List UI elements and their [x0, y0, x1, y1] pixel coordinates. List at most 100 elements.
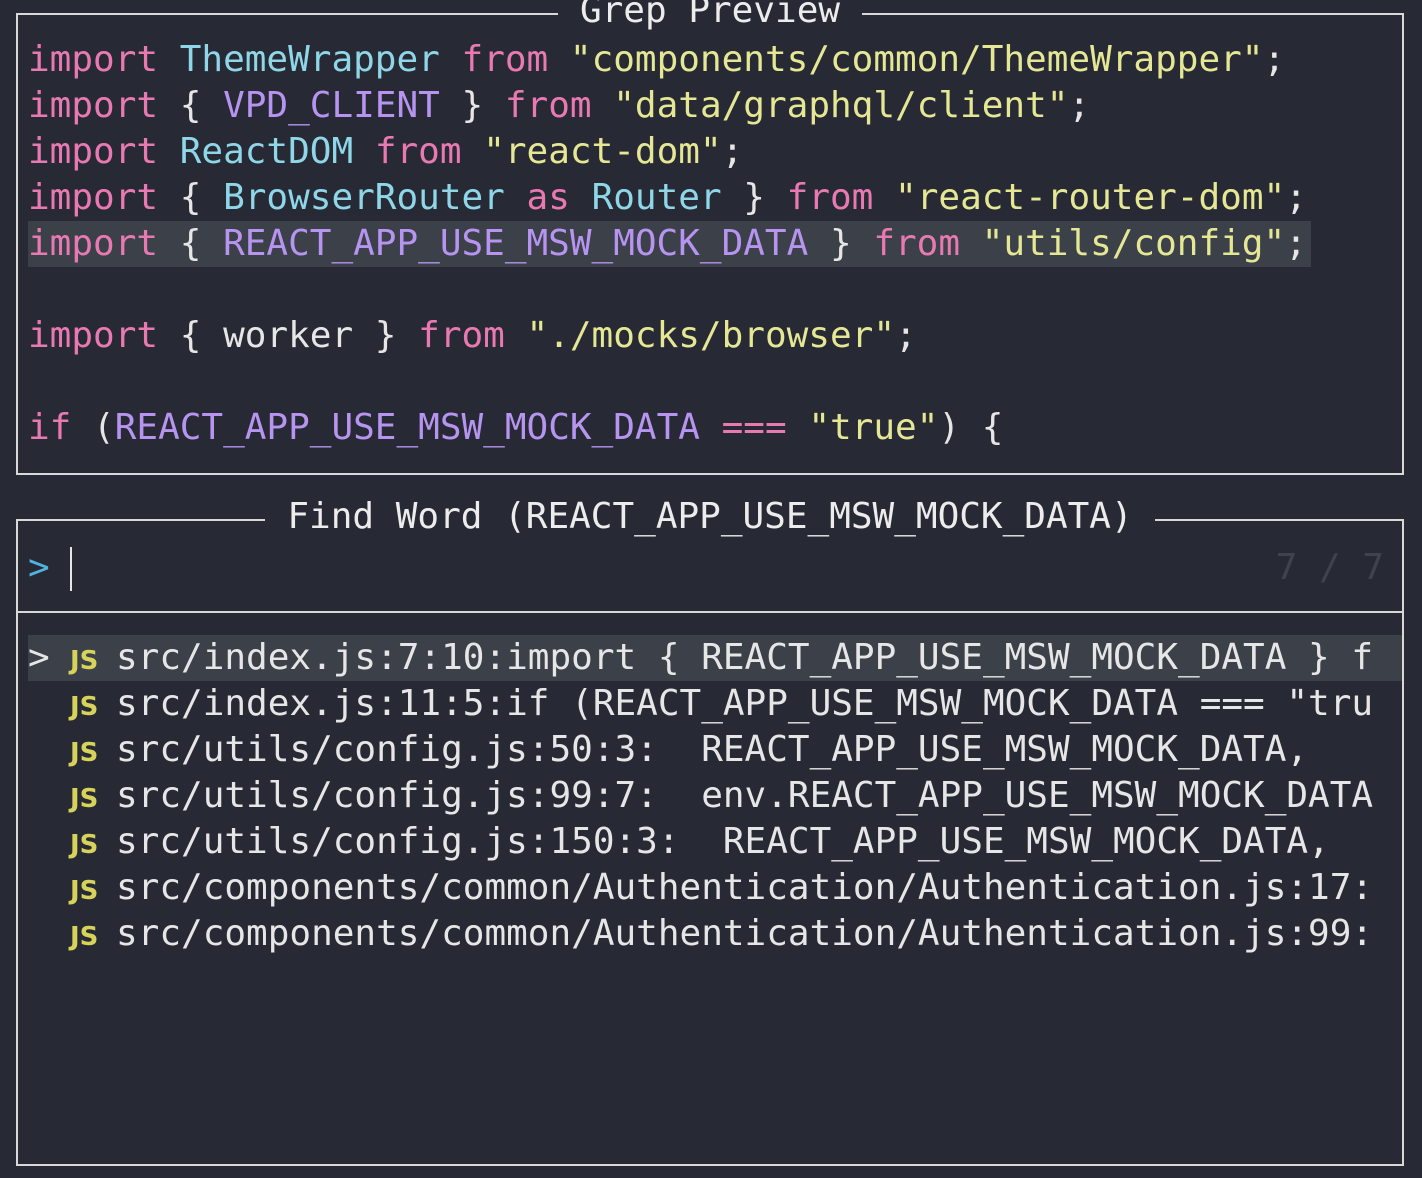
find-word-title: Find Word (REACT_APP_USE_MSW_MOCK_DATA)	[18, 495, 1402, 539]
code-token: (	[71, 407, 115, 448]
code-token: ;	[1263, 39, 1286, 80]
code-token: import	[28, 223, 159, 264]
result-text: src/utils/config.js:99:7: env.REACT_APP_…	[116, 775, 1374, 816]
code-token: "react-router-dom"	[895, 177, 1286, 218]
code-token: from	[873, 223, 961, 264]
code-token: import	[28, 131, 159, 172]
code-token: if	[28, 407, 72, 448]
code-token: from	[786, 177, 874, 218]
code-token: as	[526, 177, 570, 218]
code-token: "react-dom"	[483, 131, 722, 172]
javascript-file-icon: JS	[70, 922, 99, 952]
text-cursor	[69, 547, 72, 591]
code-line-highlighted: import { REACT_APP_USE_MSW_MOCK_DATA } f…	[28, 221, 1311, 267]
code-line: import { VPD_CLIENT } from "data/graphql…	[28, 83, 1402, 129]
code-token: ;	[721, 131, 744, 172]
code-token: }	[439, 85, 505, 126]
code-token: ThemeWrapper	[179, 39, 440, 80]
code-token: REACT_APP_USE_MSW_MOCK_DATA	[223, 223, 809, 264]
result-item[interactable]: JS src/index.js:11:5:if (REACT_APP_USE_MS…	[28, 681, 1402, 727]
prompt-caret: >	[28, 547, 50, 588]
code-token: REACT_APP_USE_MSW_MOCK_DATA	[114, 407, 700, 448]
code-token: "./mocks/browser"	[526, 315, 895, 356]
javascript-file-icon: JS	[70, 876, 99, 906]
code-token: ) {	[938, 407, 1004, 448]
result-item[interactable]: JS src/components/common/Authentication/A…	[28, 865, 1402, 911]
find-word-pane: Find Word (REACT_APP_USE_MSW_MOCK_DATA) …	[16, 496, 1404, 1166]
selection-marker: >	[28, 637, 50, 678]
result-text: src/index.js:11:5:if (REACT_APP_USE_MSW_…	[116, 683, 1374, 724]
code-line: import ThemeWrapper from "components/com…	[28, 37, 1402, 83]
divider	[18, 611, 1402, 613]
javascript-file-icon: JS	[70, 738, 99, 768]
code-token: VPD_CLIENT	[223, 85, 440, 126]
result-item[interactable]: JS src/components/common/Authentication/A…	[28, 911, 1402, 957]
match-count: 7 / 7	[1275, 547, 1384, 588]
code-token: "data/graphql/client"	[613, 85, 1069, 126]
code-token: {	[158, 223, 224, 264]
search-input-row[interactable]: >	[28, 545, 1402, 591]
code-token: "utils/config"	[981, 223, 1286, 264]
code-token: import	[28, 39, 159, 80]
results-list: > JS src/index.js:7:10:import { REACT_APP_…	[28, 635, 1402, 957]
code-token: from	[418, 315, 505, 356]
code-token: ===	[721, 407, 787, 448]
javascript-file-icon: JS	[70, 784, 99, 814]
javascript-file-icon: JS	[70, 692, 99, 722]
code-line: if (REACT_APP_USE_MSW_MOCK_DATA === "tru…	[28, 405, 1402, 451]
code-token: ;	[895, 315, 917, 356]
code-token: {	[158, 85, 224, 126]
code-token: ;	[1285, 223, 1307, 264]
javascript-file-icon: JS	[70, 830, 99, 860]
result-item[interactable]: JS src/utils/config.js:99:7: env.REACT_AP…	[28, 773, 1402, 819]
result-text: src/components/common/Authentication/Aut…	[116, 913, 1374, 954]
code-line: import { BrowserRouter as Router } from …	[28, 175, 1402, 221]
result-item[interactable]: JS src/utils/config.js:50:3: REACT_APP_US…	[28, 727, 1402, 773]
code-token: ReactDOM	[179, 131, 354, 172]
code-token: ;	[1285, 177, 1307, 218]
code-token: import	[28, 177, 159, 218]
result-text: src/index.js:7:10:import { REACT_APP_USE…	[116, 637, 1374, 678]
code-preview: import ThemeWrapper from "components/com…	[28, 37, 1402, 451]
javascript-file-icon: JS	[70, 646, 99, 676]
code-token: }	[808, 223, 874, 264]
code-token: import	[28, 85, 159, 126]
grep-preview-title: Grep Preview	[18, 0, 1402, 33]
code-token: "components/common/ThemeWrapper"	[569, 39, 1264, 80]
result-item[interactable]: JS src/utils/config.js:150:3: REACT_APP_U…	[28, 819, 1402, 865]
code-token: { worker }	[158, 315, 419, 356]
code-token: Router	[591, 177, 722, 218]
result-text: src/utils/config.js:150:3: REACT_APP_USE…	[116, 821, 1330, 862]
result-text: src/utils/config.js:50:3: REACT_APP_USE_…	[116, 729, 1309, 770]
code-token: BrowserRouter	[223, 177, 505, 218]
result-text: src/components/common/Authentication/Aut…	[116, 867, 1374, 908]
code-token: from	[504, 85, 592, 126]
code-token: {	[158, 177, 224, 218]
code-token: "true"	[808, 407, 939, 448]
code-token: from	[374, 131, 462, 172]
result-item[interactable]: > JS src/index.js:7:10:import { REACT_APP_…	[28, 635, 1402, 681]
code-token: from	[461, 39, 549, 80]
code-line: import ReactDOM from "react-dom";	[28, 129, 1402, 175]
code-token: import	[28, 315, 159, 356]
grep-preview-pane: Grep Preview import ThemeWrapper from "c…	[16, 0, 1404, 475]
code-line: import { worker } from "./mocks/browser"…	[28, 313, 1402, 359]
code-token: ;	[1068, 85, 1091, 126]
code-token: }	[721, 177, 787, 218]
